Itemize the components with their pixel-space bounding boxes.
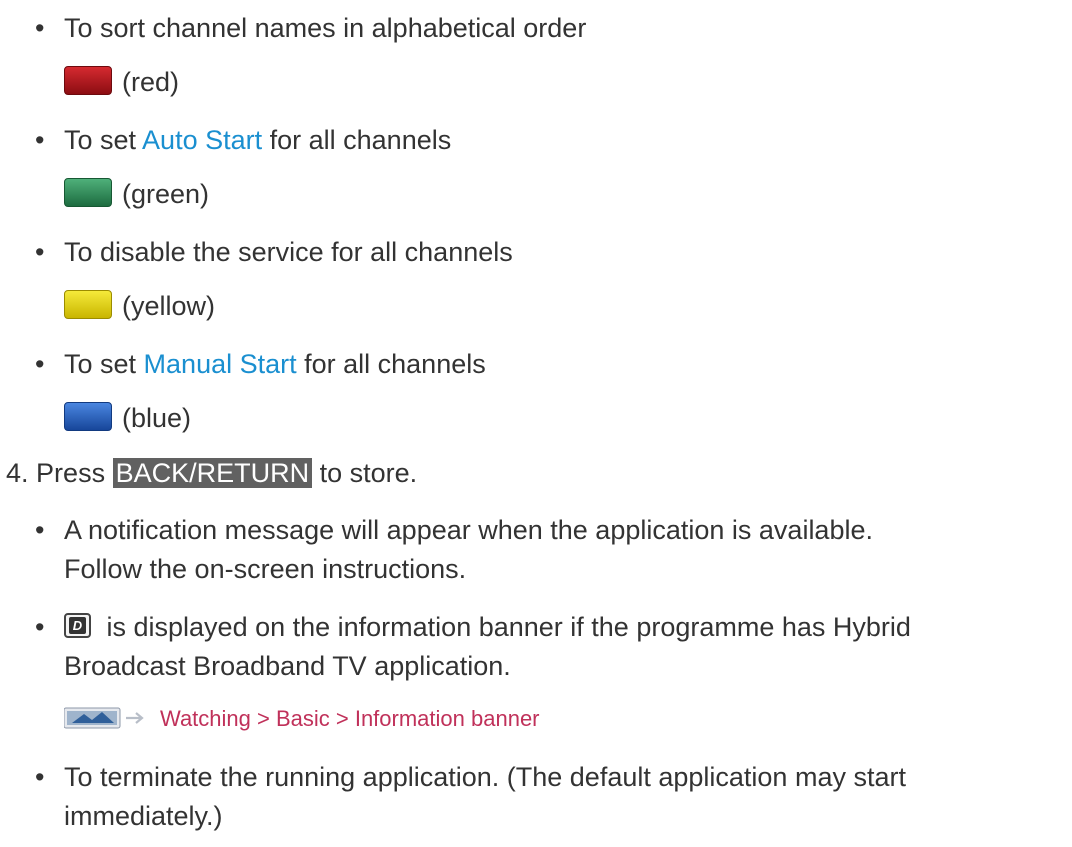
disable-item: To disable the service for all channels [64,237,513,267]
banner-note-line2: Broadcast Broadband TV application. [64,651,511,681]
bullet: • [35,13,45,43]
back-return-key: BACK/RETURN [112,458,313,488]
notification-note-line2: Follow the on-screen instructions. [64,554,467,584]
red-button-icon [64,66,112,96]
step-number: 4. [6,458,29,488]
bullet: • [35,612,45,642]
tv-reference-icon [64,707,144,729]
manual-start-link[interactable]: Manual Start [144,349,297,379]
data-button-icon: D [64,613,91,639]
bullet: • [35,349,45,379]
information-banner-reference[interactable]: Watching > Basic > Information banner [64,705,540,733]
terminate-note-line1: To terminate the running application. (T… [64,762,906,792]
bullet: • [35,762,45,792]
bullet: • [35,515,45,545]
auto-start-link[interactable]: Auto Start [142,125,262,155]
green-button-icon [64,178,112,208]
bullet: • [35,237,45,267]
blue-button-icon [64,402,112,432]
sort-item: To sort channel names in alphabetical or… [64,13,587,43]
yellow-button-row: (yellow) [64,289,215,323]
bullet: • [35,125,45,155]
manual-start-item: To set Manual Start for all channels [64,349,486,379]
blue-button-row: (blue) [64,401,191,435]
auto-start-item: To set Auto Start for all channels [64,125,452,155]
step-4: 4. Press BACK/RETURN to store. [6,458,418,488]
banner-note-line1: D is displayed on the information banner… [64,610,911,644]
notification-note-line1: A notification message will appear when … [64,515,873,545]
yellow-button-icon [64,290,112,320]
green-button-row: (green) [64,177,209,211]
red-button-row: (red) [64,65,179,99]
terminate-note-line2: immediately.) [64,801,223,831]
